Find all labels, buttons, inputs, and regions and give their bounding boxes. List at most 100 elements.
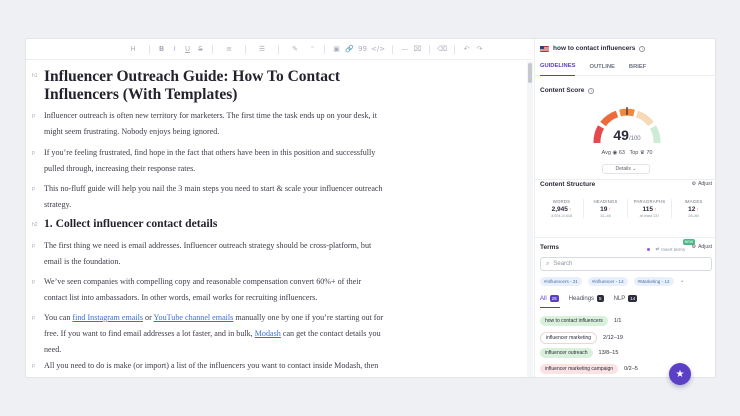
chevron-down-icon: ⌄: [632, 166, 637, 172]
filter-label: NLP: [613, 295, 626, 302]
info-icon[interactable]: i: [588, 87, 595, 94]
details-button[interactable]: Details ⌄: [602, 164, 650, 174]
filter-tab-all[interactable]: All 28: [540, 295, 559, 302]
term-label: how to contact influencers: [540, 316, 608, 326]
strikethrough-button[interactable]: S: [195, 43, 206, 55]
adjust-label: Adjust: [698, 181, 712, 187]
term-filter-tabs: All 28 Headings 5 NLP 14: [540, 295, 638, 302]
underline-button[interactable]: U: [182, 43, 193, 55]
paragraph[interactable]: This no-fluff guide will help you nail t…: [44, 181, 384, 213]
editor-scrollbar[interactable]: [527, 61, 533, 377]
term-item[interactable]: influencer marketing campaign 0/2–5: [540, 364, 638, 374]
stat-label: IMAGES: [684, 199, 703, 204]
term-count: 2/12–19: [603, 335, 623, 341]
section-heading[interactable]: 1. Collect influencer contact details: [44, 216, 384, 232]
redo-icon[interactable]: ↷: [474, 43, 485, 55]
quote-icon[interactable]: 99: [357, 43, 368, 55]
youtube-emails-link[interactable]: YouTube channel emails: [154, 313, 234, 322]
filter-tab-nlp[interactable]: NLP 14: [614, 295, 638, 302]
filter-tab-headings[interactable]: Headings 5: [569, 295, 604, 302]
insert-icon: ⇄: [655, 246, 660, 251]
instagram-emails-link[interactable]: find Instagram emails: [72, 313, 143, 322]
content-score-value: 49/100: [587, 127, 667, 143]
italic-button[interactable]: I: [169, 43, 180, 55]
stat-number: 115: [642, 206, 654, 213]
sliders-icon: ⚙: [691, 244, 697, 250]
tab-outline[interactable]: OUTLINE: [589, 58, 614, 76]
filter-label: Headings: [568, 295, 595, 302]
topic-chip[interactable]: #Marketing - 12: [633, 277, 674, 286]
divider: [535, 179, 715, 180]
us-flag-icon: [540, 45, 549, 52]
toolbar-divider: [149, 44, 150, 54]
term-item[interactable]: how to contact influencers 1/1: [540, 316, 621, 326]
adjust-structure-button[interactable]: ⚙ Adjust: [692, 181, 712, 187]
assistant-button[interactable]: ★: [669, 363, 691, 385]
embed-icon[interactable]: ⌧: [412, 43, 423, 55]
adjust-label: Adjust: [698, 244, 712, 250]
block-tag-p: p: [32, 363, 35, 369]
paragraph[interactable]: The first thing we need is email address…: [44, 238, 384, 270]
bold-button[interactable]: B: [156, 43, 167, 55]
terms-search-input[interactable]: ⌕ Search: [540, 257, 712, 271]
line-height-button[interactable]: ⁼: [307, 43, 318, 55]
term-item[interactable]: influencer marketing 2/12–19: [540, 332, 623, 344]
chevron-down-icon[interactable]: ⌄: [680, 277, 685, 286]
clear-format-icon[interactable]: ⌫: [436, 43, 448, 55]
paragraph[interactable]: Influencer outreach is often new territo…: [44, 108, 384, 140]
stat-value: 12↑: [672, 206, 715, 213]
stat-label: HEADINGS: [593, 199, 618, 204]
app-window: H B I U S ≡ ☰ ✎ ⁼ ▣ 🔗 99 </> — ⌧ ⌫ ↶ ↷ h…: [25, 38, 716, 378]
panel-tabs: GUIDELINES OUTLINE BRIEF: [535, 58, 715, 76]
arrow-up-icon: ↑: [608, 207, 611, 213]
toolbar-divider: [429, 44, 431, 54]
code-icon[interactable]: </>: [370, 43, 386, 55]
insert-terms-button[interactable]: ⇄ Insert terms: [647, 246, 685, 252]
term-item[interactable]: influencer outreach 13/8–15: [540, 348, 618, 358]
horizontal-rule-icon[interactable]: —: [399, 43, 410, 55]
term-label: influencer marketing campaign: [540, 364, 619, 374]
details-label: Details: [615, 166, 631, 172]
paragraph[interactable]: We’ve seen companies with compelling cop…: [44, 274, 384, 306]
gauge-segment-orange-red: [600, 110, 619, 127]
info-icon[interactable]: i: [639, 45, 646, 52]
undo-icon[interactable]: ↶: [461, 43, 472, 55]
tab-brief[interactable]: BRIEF: [629, 58, 646, 76]
image-icon[interactable]: ▣: [331, 43, 342, 55]
content-structure-label: Content Structure: [540, 181, 596, 188]
stat-label: WORDS: [552, 199, 571, 204]
text-run: You can: [44, 313, 73, 322]
stat-range: at least 137: [639, 214, 660, 218]
toolbar-divider: [212, 44, 213, 54]
adjust-terms-button[interactable]: ⚙ Adjust: [692, 244, 712, 250]
filter-count: 28: [549, 295, 559, 302]
topic-chip[interactable]: #influencers - 21: [540, 277, 582, 286]
topic-chip[interactable]: #influencer - 14: [587, 277, 628, 286]
list-dropdown[interactable]: ☰: [252, 43, 272, 55]
modash-link[interactable]: Modash: [255, 329, 281, 338]
scrollbar-thumb[interactable]: [528, 63, 532, 83]
stat-headings: HEADINGS 19↑ 31–46: [584, 199, 628, 218]
align-dropdown[interactable]: ≡: [219, 43, 239, 55]
toolbar-divider: [324, 44, 325, 54]
trophy-icon: ♛: [639, 150, 645, 156]
article-title[interactable]: Influencer Outreach Guide: How To Contac…: [44, 68, 384, 103]
highlight-dropdown[interactable]: ✎: [285, 43, 305, 55]
term-label: influencer marketing: [540, 332, 598, 344]
score-comparison: Avg ◉ 63 Top ♛ 70: [577, 150, 677, 156]
paragraph-with-links[interactable]: You can find Instagram emails or YouTube…: [44, 310, 384, 358]
link-icon[interactable]: 🔗: [344, 43, 355, 55]
stat-number: 12: [688, 206, 696, 213]
paragraph[interactable]: All you need to do is make (or import) a…: [44, 358, 384, 377]
tab-guidelines[interactable]: GUIDELINES: [540, 58, 576, 76]
term-count: 13/8–15: [598, 350, 619, 356]
top-value: 70: [646, 150, 653, 156]
filter-label: All: [540, 295, 547, 302]
paragraph[interactable]: If you’re feeling frustrated, find hope …: [44, 145, 384, 177]
topic-chips: #influencers - 21 #influencer - 14 #Mark…: [540, 277, 685, 286]
editor-content[interactable]: h1 Influencer Outreach Guide: How To Con…: [26, 61, 526, 377]
heading-dropdown[interactable]: H: [123, 43, 143, 55]
guidelines-panel: how to contact influencers i GUIDELINES …: [534, 39, 715, 377]
arrow-up-icon: ↑: [654, 207, 657, 213]
star-icon: ★: [675, 368, 685, 380]
